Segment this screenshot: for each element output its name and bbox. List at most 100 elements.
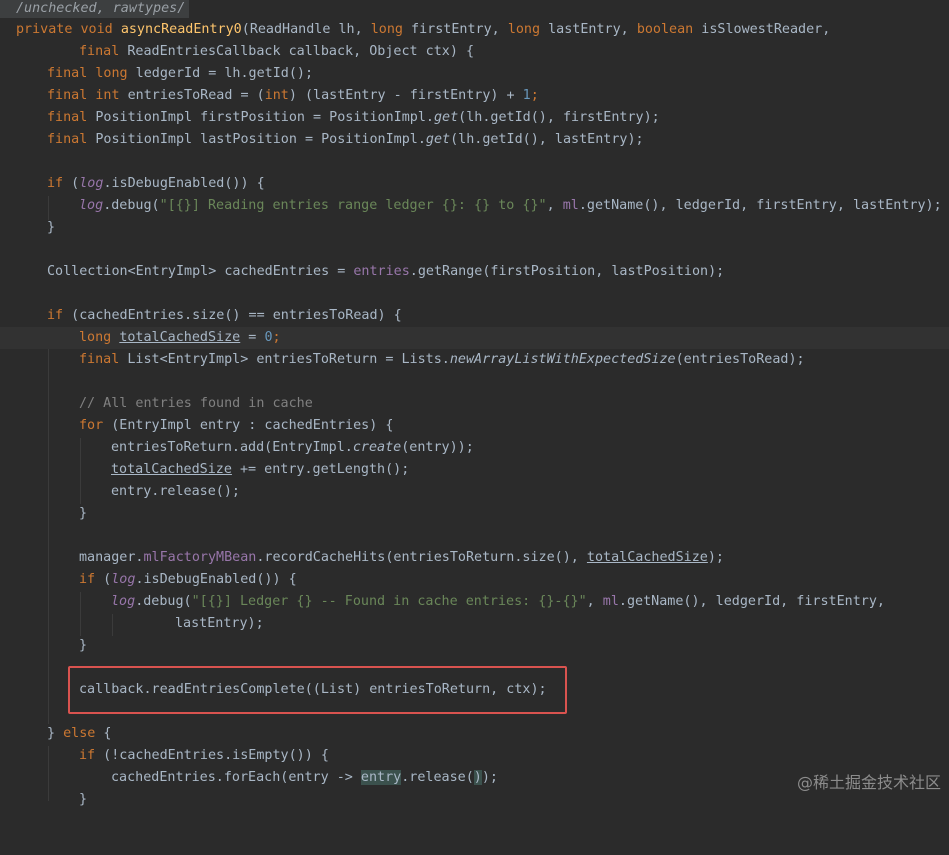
keyword: if [47,176,64,191]
keyword: long [79,330,112,345]
code-token: (!cachedEntries.isEmpty()) { [95,748,329,763]
code-token: entry.release(); [111,484,240,499]
code-line: final PositionImpl firstPosition = Posit… [0,107,949,129]
code-token: lastEntry); [175,616,264,631]
code-token: } [79,506,88,521]
code-token: ledgerId = lh.getId(); [127,66,314,81]
code-token: create [352,440,402,455]
number-literal: 0 [264,330,273,345]
code-line: log.debug("[{}] Ledger {} -- Found in ca… [0,591,949,613]
keyword: final [47,66,88,81]
code-token: manager. [79,550,144,565]
code-token: = [240,330,265,345]
keyword: if [79,748,96,763]
code-token: PositionImpl firstPosition = PositionImp… [87,110,434,125]
code-token: (entriesToRead); [675,352,805,367]
keyword: else [63,726,96,741]
field: mlFactoryMBean [143,550,257,565]
code-line: entry.release(); [0,481,949,503]
watermark: @稀土掘金技术社区 [796,773,941,792]
code-token: entriesToRead = ( [119,88,265,103]
keyword: void [80,22,113,37]
code-token: (lh.getId(), firstEntry); [458,110,660,125]
code-line: } [0,635,949,657]
keyword: int [264,88,289,103]
keyword: long [507,22,541,37]
code-token: .getRange(firstPosition, lastPosition); [409,264,725,279]
keyword: int [95,88,120,103]
code-token: Collection<EntryImpl> cachedEntries = [47,264,354,279]
code-token: totalCachedSize [119,330,241,345]
keyword: final [47,88,88,103]
keyword: final [47,110,88,125]
code-token: ); [481,770,498,785]
code-token: (EntryImpl entry : cachedEntries) { [103,418,394,433]
code-token: ) (lastEntry - firstEntry) + [288,88,523,103]
code-token: entriesToReturn.add(EntryImpl. [111,440,353,455]
field: ml [602,594,619,609]
code-line: for (EntryImpl entry : cachedEntries) { [0,415,949,437]
keyword: long [95,66,128,81]
code-line: } [0,503,949,525]
string-literal: "[{}] Ledger {} -- Found in cache entrie… [191,594,587,609]
code-token: .isDebugEnabled()) { [103,176,265,191]
string-literal: "[{}] Reading entries range ledger {}: {… [159,198,547,213]
comment: // All entries found in cache [79,396,313,411]
code-line: final List<EntryImpl> entriesToReturn = … [0,349,949,371]
code-token: , [546,198,563,213]
field: log [111,572,136,587]
field: log [79,198,104,213]
code-token: List<EntryImpl> entriesToReturn = Lists. [119,352,450,367]
code-line: if (cachedEntries.size() == entriesToRea… [0,305,949,327]
code-token: ( [241,22,250,37]
code-line: if (log.isDebugEnabled()) { [0,569,949,591]
code-token: .isDebugEnabled()) { [135,572,297,587]
keyword: long [370,22,403,37]
code-token: newArrayListWithExpectedSize [449,352,676,367]
code-token: .recordCacheHits(entriesToReturn.size(), [256,550,587,565]
code-token: get [425,132,451,147]
code-token: .getName(), ledgerId, firstEntry, [618,594,885,609]
code-line: final ReadEntriesCallback callback, Obje… [0,41,949,63]
code-token: ; [272,330,281,345]
number-literal: 1 [522,88,531,103]
code-line: entriesToReturn.add(EntryImpl.create(ent… [0,437,949,459]
code-token: , [586,594,603,609]
code-token: (entry)); [401,440,474,455]
field: log [111,594,136,609]
code-token: PositionImpl lastPosition = PositionImpl… [87,132,426,147]
code-token: (cachedEntries.size() == entriesToRead) … [63,308,402,323]
code-token: .getName(), ledgerId, firstEntry, lastEn… [578,198,942,213]
code-token: get [433,110,459,125]
code-token: ); [707,550,724,565]
suppress-warnings-banner: /unchecked, rawtypes/ [0,0,190,18]
highlight-box [68,666,567,714]
code-token: ( [63,176,80,191]
keyword: private [16,22,73,37]
current-line: long totalCachedSize = 0; [0,327,949,349]
keyword: boolean [636,22,694,37]
code-line: final PositionImpl lastPosition = Positi… [0,129,949,151]
code-token: ReadHandle lh, [249,22,371,37]
code-line: if (log.isDebugEnabled()) { [0,173,949,195]
code-token: .debug( [103,198,160,213]
code-line: totalCachedSize += entry.getLength(); [0,459,949,481]
code-line: final long ledgerId = lh.getId(); [0,63,949,85]
code-line: log.debug("[{}] Reading entries range le… [0,195,949,217]
code-token: } [79,638,88,653]
code-line: if (!cachedEntries.isEmpty()) { [0,745,949,767]
code-line: } else { [0,723,949,745]
code-token: ( [95,572,112,587]
field: entries [353,264,410,279]
keyword: final [47,132,88,147]
code-line: Collection<EntryImpl> cachedEntries = en… [0,261,949,283]
code-token: firstEntry, [403,22,508,37]
code-line: final int entriesToRead = (int) (lastEnt… [0,85,949,107]
keyword: final [79,44,120,59]
code-line: manager.mlFactoryMBean.recordCacheHits(e… [0,547,949,569]
code-token: ) [473,770,482,785]
code-token: } [47,220,56,235]
code-line: } [0,217,949,239]
code-editor[interactable]: /unchecked, rawtypes/ private void async… [0,0,949,807]
method-name: asyncReadEntry0 [120,22,242,37]
